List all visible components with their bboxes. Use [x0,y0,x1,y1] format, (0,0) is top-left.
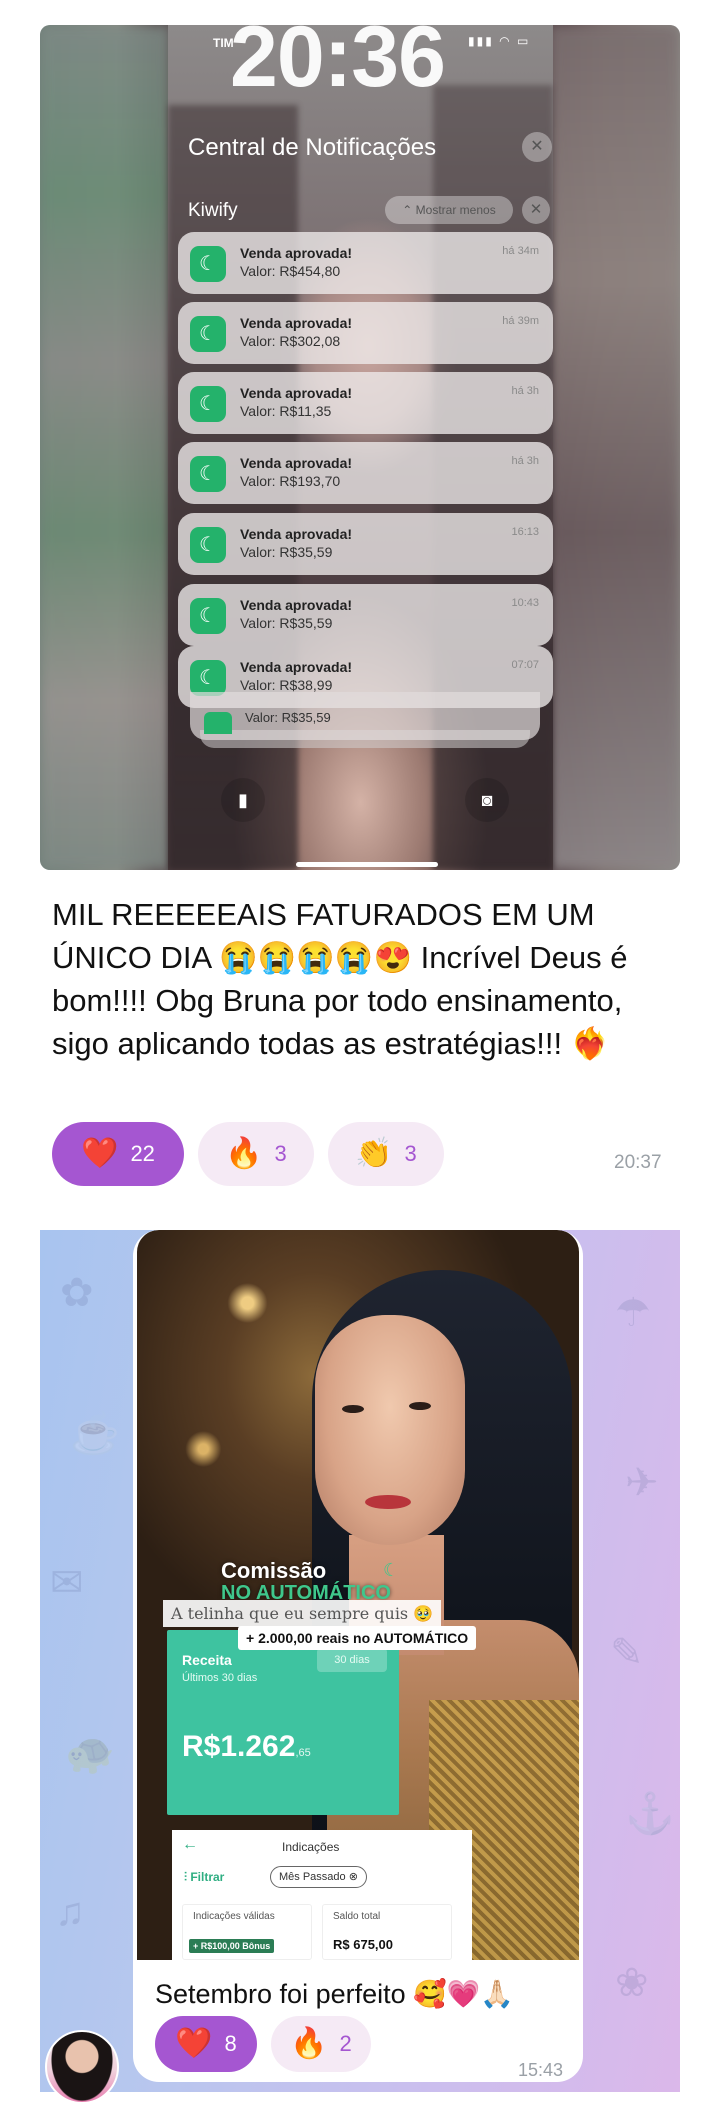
bonus-badge: + R$100,00 Bônus [189,1939,275,1953]
flashlight-icon: ▮ [221,778,265,822]
notification-title: Venda aprovada! [240,385,353,401]
doodle-icon: ❀ [615,1961,649,2005]
notification-body: Valor: R$193,70 [240,473,341,489]
reaction-pill[interactable]: 👏 3 [328,1122,444,1186]
notification-card[interactable]: ☾ Venda aprovada! Valor: R$454,80 há 34m [178,232,553,294]
doodle-icon: ⚓ [625,1792,675,1836]
reaction-emoji: 👏 [355,1137,393,1170]
message-post-1: TIM ▮▮▮ ◠ ▭ 20:36 Central de Notificaçõe… [0,0,720,1200]
reaction-count: 2 [339,2031,352,2056]
notification-body: Valor: R$35,59 [240,544,333,560]
reaction-bar: ❤️ 22 🔥 3 👏 3 [52,1122,444,1186]
reaction-pill[interactable]: ❤️ 22 [52,1122,184,1186]
notification-time: há 34m [502,245,539,257]
reaction-emoji: 🔥 [225,1137,263,1170]
month-chip: Mês Passado ⊗ [270,1866,367,1888]
back-arrow-icon: ← [182,1836,198,1853]
show-less-button: ⌃ Mostrar menos [385,196,513,224]
reaction-count: 3 [274,1141,287,1166]
notification-card[interactable]: ☾ Venda aprovada! Valor: R$35,59 10:43 [178,584,553,646]
reaction-pill[interactable]: 🔥 3 [198,1122,314,1186]
notification-body: Valor: R$35,59 [245,710,331,725]
message-time: 15:43 [518,2060,564,2080]
message-caption: Setembro foi perfeito 🥰💗🙏🏻 [155,1979,514,2009]
notification-center-title: Central de Notificações [188,134,437,161]
reaction-pill[interactable]: ❤️ 8 [155,2016,257,2072]
reaction-count: 8 [224,2031,237,2056]
notification-body: Valor: R$302,08 [240,333,341,349]
doodle-icon: ♫ [55,1890,85,1934]
kiwify-icon: ☾ [190,386,226,422]
tagline: A telinha que eu sempre quis 🥹 [163,1600,442,1627]
comissao-title: Comissão NO AUTOMÁTICO [221,1558,391,1605]
reaction-count: 3 [404,1141,417,1166]
kiwify-icon: ☾ [190,660,226,696]
reaction-bar: ❤️ 8 🔥 2 [155,2016,371,2072]
revenue-card: Receita Últimos 30 dias 30 dias R$1.262,… [167,1630,399,1815]
kiwify-icon: ☾ [190,527,226,563]
moon-icon: ☾ [383,1560,400,1580]
reaction-emoji: ❤️ [175,2027,213,2060]
message-caption: MIL REEEEEAIS FATURADOS EM UM ÚNICO DIA … [52,897,628,1061]
lockscreen-clock: 20:36 [230,9,446,105]
notification-card[interactable]: ☾ Venda aprovada! Valor: R$11,35 há 3h [178,372,553,434]
notification-time: há 3h [511,385,539,397]
notification-title: Venda aprovada! [240,597,353,613]
kiwify-icon: ☾ [190,246,226,282]
reaction-emoji: ❤️ [81,1137,119,1170]
notification-card[interactable]: ☾ Venda aprovada! Valor: R$302,08 há 39m [178,302,553,364]
subtag: + 2.000,00 reais no AUTOMÁTICO [238,1626,477,1650]
valid-box: Indicações válidas + R$100,00 Bônus [182,1904,312,1960]
chat-background: ✿ ☕ ✉ 🐢 ♫ ☂ ✈ ✎ ⚓ ❀ Comissão NO AUTOMÁTI… [40,1230,680,2092]
notification-body: Valor: R$11,35 [240,403,332,419]
doodle-icon: ☕ [70,1412,120,1456]
indicacoes-panel: ← Indicações ⫶ Filtrar Mês Passado ⊗ Ind… [172,1830,472,1960]
notification-title: Venda aprovada! [240,315,353,331]
notification-time: 10:43 [511,597,539,609]
home-indicator [296,862,438,867]
message-bubble: Comissão NO AUTOMÁTICO ☾ Receita Últimos… [133,1230,583,2082]
balance-box: Saldo total R$ 675,00 [322,1904,452,1960]
reaction-count: 22 [130,1141,155,1166]
filter-label: ⫶ Filtrar [184,1870,225,1884]
doodle-icon: ✉ [50,1561,84,1605]
doodle-icon: ✎ [610,1631,644,1675]
kiwify-icon: ☾ [190,456,226,492]
notification-time: há 39m [502,315,539,327]
group-close-icon: ✕ [522,196,550,224]
camera-icon: ◙ [465,778,509,822]
notification-title: Venda aprovada! [240,659,353,675]
notification-title: Venda aprovada! [240,526,353,542]
kiwify-icon [204,712,232,734]
reaction-pill[interactable]: 🔥 2 [271,2016,371,2072]
close-icon: ✕ [522,132,552,162]
reaction-emoji: 🔥 [290,2027,328,2060]
notification-card[interactable]: ☾ Venda aprovada! Valor: R$35,59 16:13 [178,513,553,575]
sender-avatar[interactable] [45,2030,119,2104]
notification-body: Valor: R$454,80 [240,263,341,279]
notification-body: Valor: R$35,59 [240,615,333,631]
kiwify-icon: ☾ [190,598,226,634]
kiwify-icon: ☾ [190,316,226,352]
notification-title: Venda aprovada! [240,455,353,471]
notification-time: 16:13 [511,526,539,538]
notification-body: Valor: R$38,99 [240,677,333,693]
doodle-icon: ✈ [625,1461,659,1505]
doodle-icon: ☂ [615,1291,651,1335]
promo-image[interactable]: Comissão NO AUTOMÁTICO ☾ Receita Últimos… [137,1230,579,1960]
message-time: 20:37 [614,1152,662,1173]
notification-group-app: Kiwify [188,200,238,221]
face [315,1315,465,1545]
status-icons: ▮▮▮ ◠ ▭ [468,34,531,48]
notification-title: Venda aprovada! [240,245,353,261]
stacked-notification: Valor: R$35,59 [190,692,540,740]
notification-time: há 3h [511,455,539,467]
doodle-icon: ✿ [60,1271,94,1315]
doodle-icon: 🐢 [65,1732,115,1776]
notification-card[interactable]: ☾ Venda aprovada! Valor: R$193,70 há 3h [178,442,553,504]
notification-time: 07:07 [511,659,539,671]
revenue-value: R$1.262,65 [182,1730,311,1763]
